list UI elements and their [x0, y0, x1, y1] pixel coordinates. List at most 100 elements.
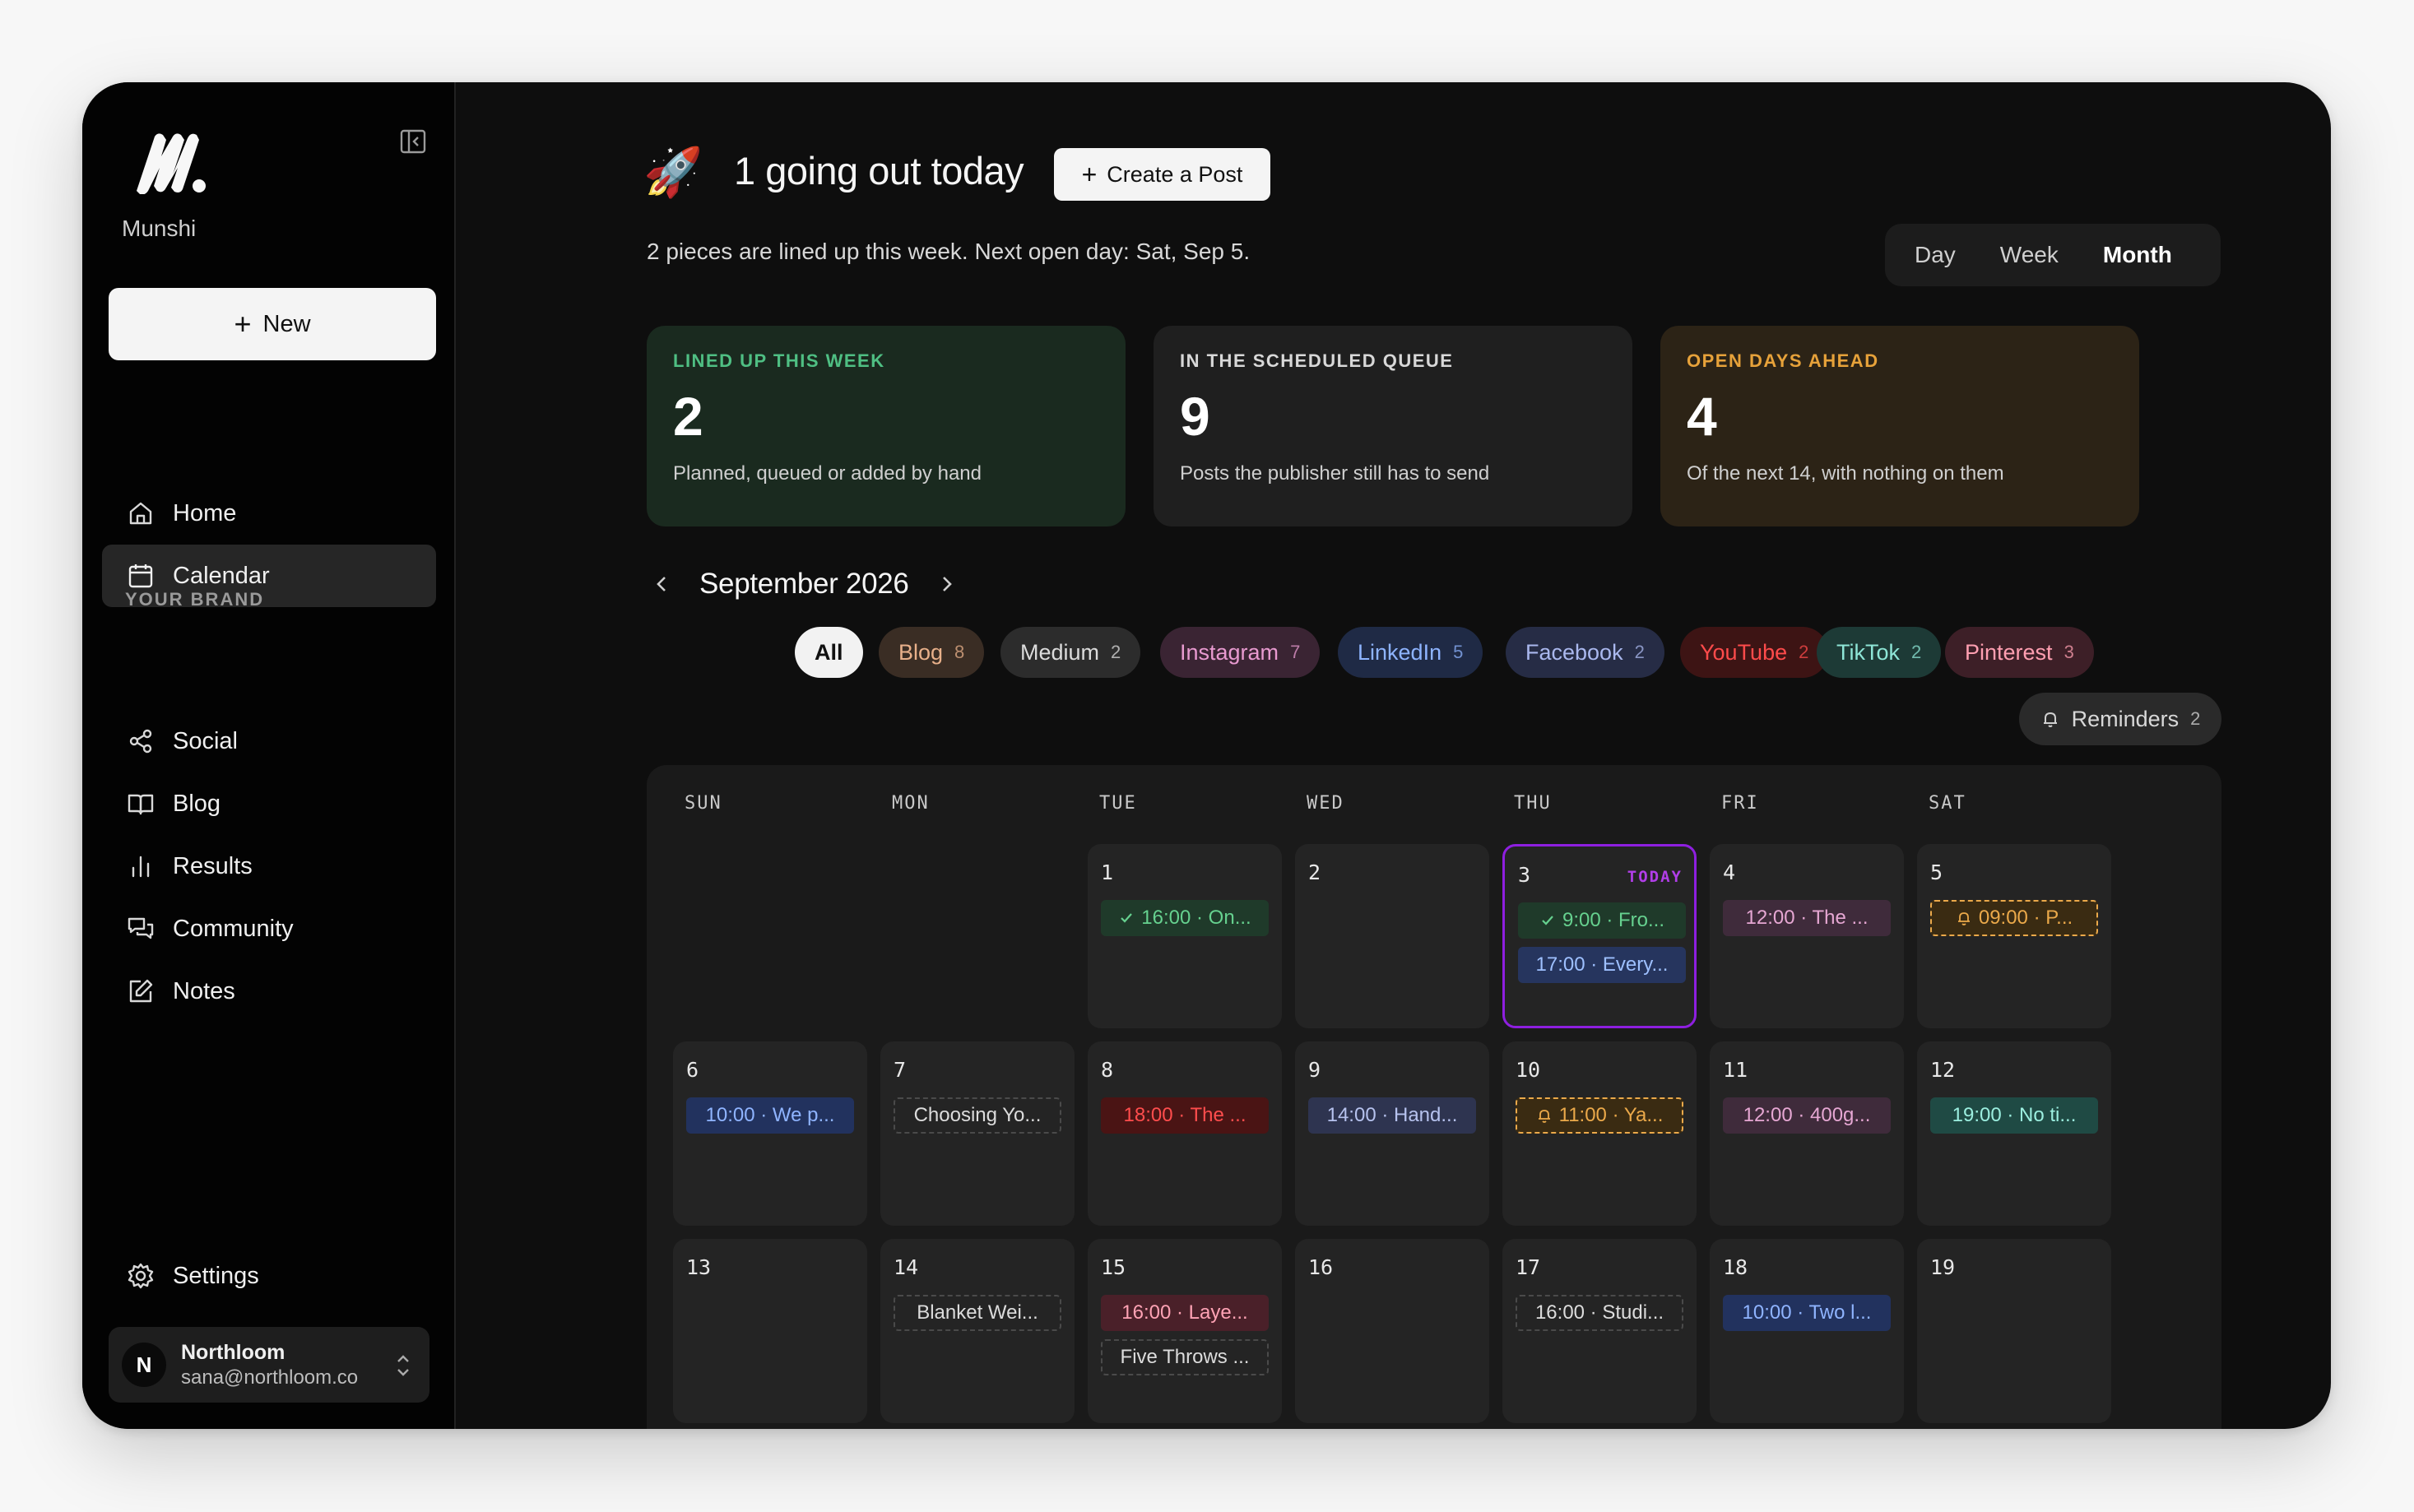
rocket-icon: 🚀 [643, 146, 703, 199]
nav-item-label: Results [173, 852, 253, 879]
event-label: 09:00 · P... [1978, 907, 2073, 929]
calendar-day[interactable]: 5 09:00 · P... [1917, 844, 2111, 1028]
calendar-day[interactable]: 14 Blanket Wei... [880, 1239, 1075, 1423]
weekday-header: SAT [1929, 793, 1966, 814]
calendar-day[interactable]: 12 19:00 · No ti... [1917, 1041, 2111, 1226]
create-post-button[interactable]: + Create a Post [1054, 148, 1270, 201]
nav-item-results[interactable]: Results [102, 835, 436, 897]
filter-chip-label: Pinterest [1965, 639, 2053, 665]
calendar-day[interactable]: 10 11:00 · Ya... [1502, 1041, 1697, 1226]
share-icon [129, 729, 152, 754]
stat-value: 2 [673, 386, 703, 447]
filter-chip-label: YouTube [1700, 639, 1788, 665]
calendar-day[interactable]: 15 16:00 · Laye... Five Throws ... [1088, 1239, 1282, 1423]
view-switcher: Day Week Month [1885, 224, 2221, 286]
filter-chip-label: All [815, 639, 843, 665]
stat-label: IN THE SCHEDULED QUEUE [1180, 350, 1454, 371]
account-email: sana@northloom.co [181, 1366, 359, 1389]
nav-item-home[interactable]: Home [102, 482, 436, 545]
calendar-event[interactable]: 18:00 · The ... [1101, 1097, 1269, 1134]
nav-item-social[interactable]: Social [102, 710, 436, 772]
calendar-event[interactable]: 11:00 · Ya... [1516, 1097, 1683, 1134]
page-title: 1 going out today [734, 149, 1024, 192]
calendar-event[interactable]: 12:00 · The ... [1723, 900, 1891, 936]
calendar-event[interactable]: 17:00 · Every... [1518, 947, 1686, 983]
filter-chip-count: 2 [1111, 642, 1121, 662]
event-label: 16:00 · Studi... [1534, 1301, 1664, 1324]
calendar-event[interactable]: 16:00 · Studi... [1516, 1295, 1683, 1331]
stat-description: Planned, queued or added by hand [673, 462, 982, 485]
day-number: 12 [1930, 1058, 1956, 1082]
reminders-filter[interactable]: Reminders 2 [2019, 693, 2221, 745]
app-window: Munshi + New Home Calendar YOUR BRAND So… [82, 82, 2331, 1429]
filter-chip-tiktok[interactable]: TikTok 2 [1817, 627, 1942, 678]
event-label: 17:00 · Every... [1535, 953, 1669, 976]
day-number: 5 [1930, 860, 1943, 884]
calendar-day[interactable]: 19 [1917, 1239, 2111, 1423]
weekday-header: SUN [685, 793, 722, 814]
calendar-day[interactable]: 17 16:00 · Studi... [1502, 1239, 1697, 1423]
day-number: 8 [1101, 1058, 1114, 1082]
filter-chip-medium[interactable]: Medium 2 [1000, 627, 1141, 678]
calendar-day[interactable]: 6 10:00 · We p... [673, 1041, 867, 1226]
weekday-header: MON [892, 793, 930, 814]
chevron-right-icon[interactable] [934, 572, 959, 596]
calendar-day[interactable]: 4 12:00 · The ... [1710, 844, 1904, 1028]
calendar-day[interactable]: 18 10:00 · Two l... [1710, 1239, 1904, 1423]
day-number: 3 [1518, 863, 1531, 887]
calendar-event[interactable]: 10:00 · We p... [686, 1097, 854, 1134]
calendar-event[interactable]: 10:00 · Two l... [1723, 1295, 1891, 1331]
calendar-day[interactable]: 11 12:00 · 400g... [1710, 1041, 1904, 1226]
new-button[interactable]: + New [109, 288, 436, 360]
calendar-day[interactable]: 2 [1295, 844, 1489, 1028]
calendar-day[interactable]: 9 14:00 · Hand... [1295, 1041, 1489, 1226]
collapse-sidebar-icon[interactable] [398, 127, 428, 156]
filter-chip-facebook[interactable]: Facebook 2 [1506, 627, 1664, 678]
calendar-day-today[interactable]: 3 TODAY 9:00 · Fro... 17:00 · Every... [1502, 844, 1697, 1028]
nav-item-settings[interactable]: Settings [102, 1245, 436, 1307]
calendar-day[interactable]: 13 [673, 1239, 867, 1423]
calendar-event[interactable]: 14:00 · Hand... [1308, 1097, 1476, 1134]
calendar-day[interactable]: 1 16:00 · On... [1088, 844, 1282, 1028]
calendar-event[interactable]: Five Throws ... [1101, 1339, 1269, 1375]
calendar-event[interactable]: 09:00 · P... [1930, 900, 2098, 936]
filter-chip-blog[interactable]: Blog 8 [879, 627, 985, 678]
filter-chip-all[interactable]: All [795, 627, 863, 678]
calendar-event[interactable]: Blanket Wei... [894, 1295, 1061, 1331]
filter-chip-pinterest[interactable]: Pinterest 3 [1945, 627, 2094, 678]
calendar-day[interactable]: 7 Choosing Yo... [880, 1041, 1075, 1226]
sidebar: Munshi + New Home Calendar YOUR BRAND So… [82, 82, 456, 1429]
weekday-header: WED [1307, 793, 1344, 814]
view-option-week[interactable]: Week [1980, 234, 2078, 276]
chevron-left-icon[interactable] [650, 572, 675, 596]
calendar-event[interactable]: 19:00 · No ti... [1930, 1097, 2098, 1134]
calendar-event[interactable]: 16:00 · On... [1101, 900, 1269, 936]
calendar-day[interactable]: 8 18:00 · The ... [1088, 1041, 1282, 1226]
day-number: 4 [1723, 860, 1736, 884]
weekday-header: THU [1514, 793, 1552, 814]
page-subtitle: 2 pieces are lined up this week. Next op… [647, 239, 1251, 264]
nav-item-community[interactable]: Community [102, 897, 436, 960]
section-label: YOUR BRAND [125, 589, 265, 610]
nav-item-notes[interactable]: Notes [102, 960, 436, 1023]
nav-item-blog[interactable]: Blog [102, 772, 436, 835]
calendar-event[interactable]: Choosing Yo... [894, 1097, 1061, 1134]
filter-chip-youtube[interactable]: YouTube 2 [1680, 627, 1829, 678]
view-option-month[interactable]: Month [2083, 234, 2192, 276]
account-name: Northloom [181, 1340, 286, 1364]
account-info: Northloom sana@northloom.co [181, 1341, 358, 1389]
filter-chip-linkedin[interactable]: LinkedIn 5 [1338, 627, 1483, 678]
filter-chip-instagram[interactable]: Instagram 7 [1160, 627, 1321, 678]
weekday-header: FRI [1721, 793, 1759, 814]
account-switcher[interactable]: N Northloom sana@northloom.co [109, 1327, 429, 1403]
calendar-day[interactable]: 16 [1295, 1239, 1489, 1423]
filter-chip-count: 8 [954, 642, 965, 662]
day-number: 11 [1723, 1058, 1748, 1082]
calendar-event[interactable]: 16:00 · Laye... [1101, 1295, 1269, 1331]
day-number: 9 [1308, 1058, 1321, 1082]
calendar-event[interactable]: 9:00 · Fro... [1518, 902, 1686, 939]
calendar-event[interactable]: 12:00 · 400g... [1723, 1097, 1891, 1134]
view-option-day[interactable]: Day [1895, 234, 1975, 276]
nav-item-label: Calendar [173, 562, 270, 589]
chat-icon [128, 917, 154, 939]
